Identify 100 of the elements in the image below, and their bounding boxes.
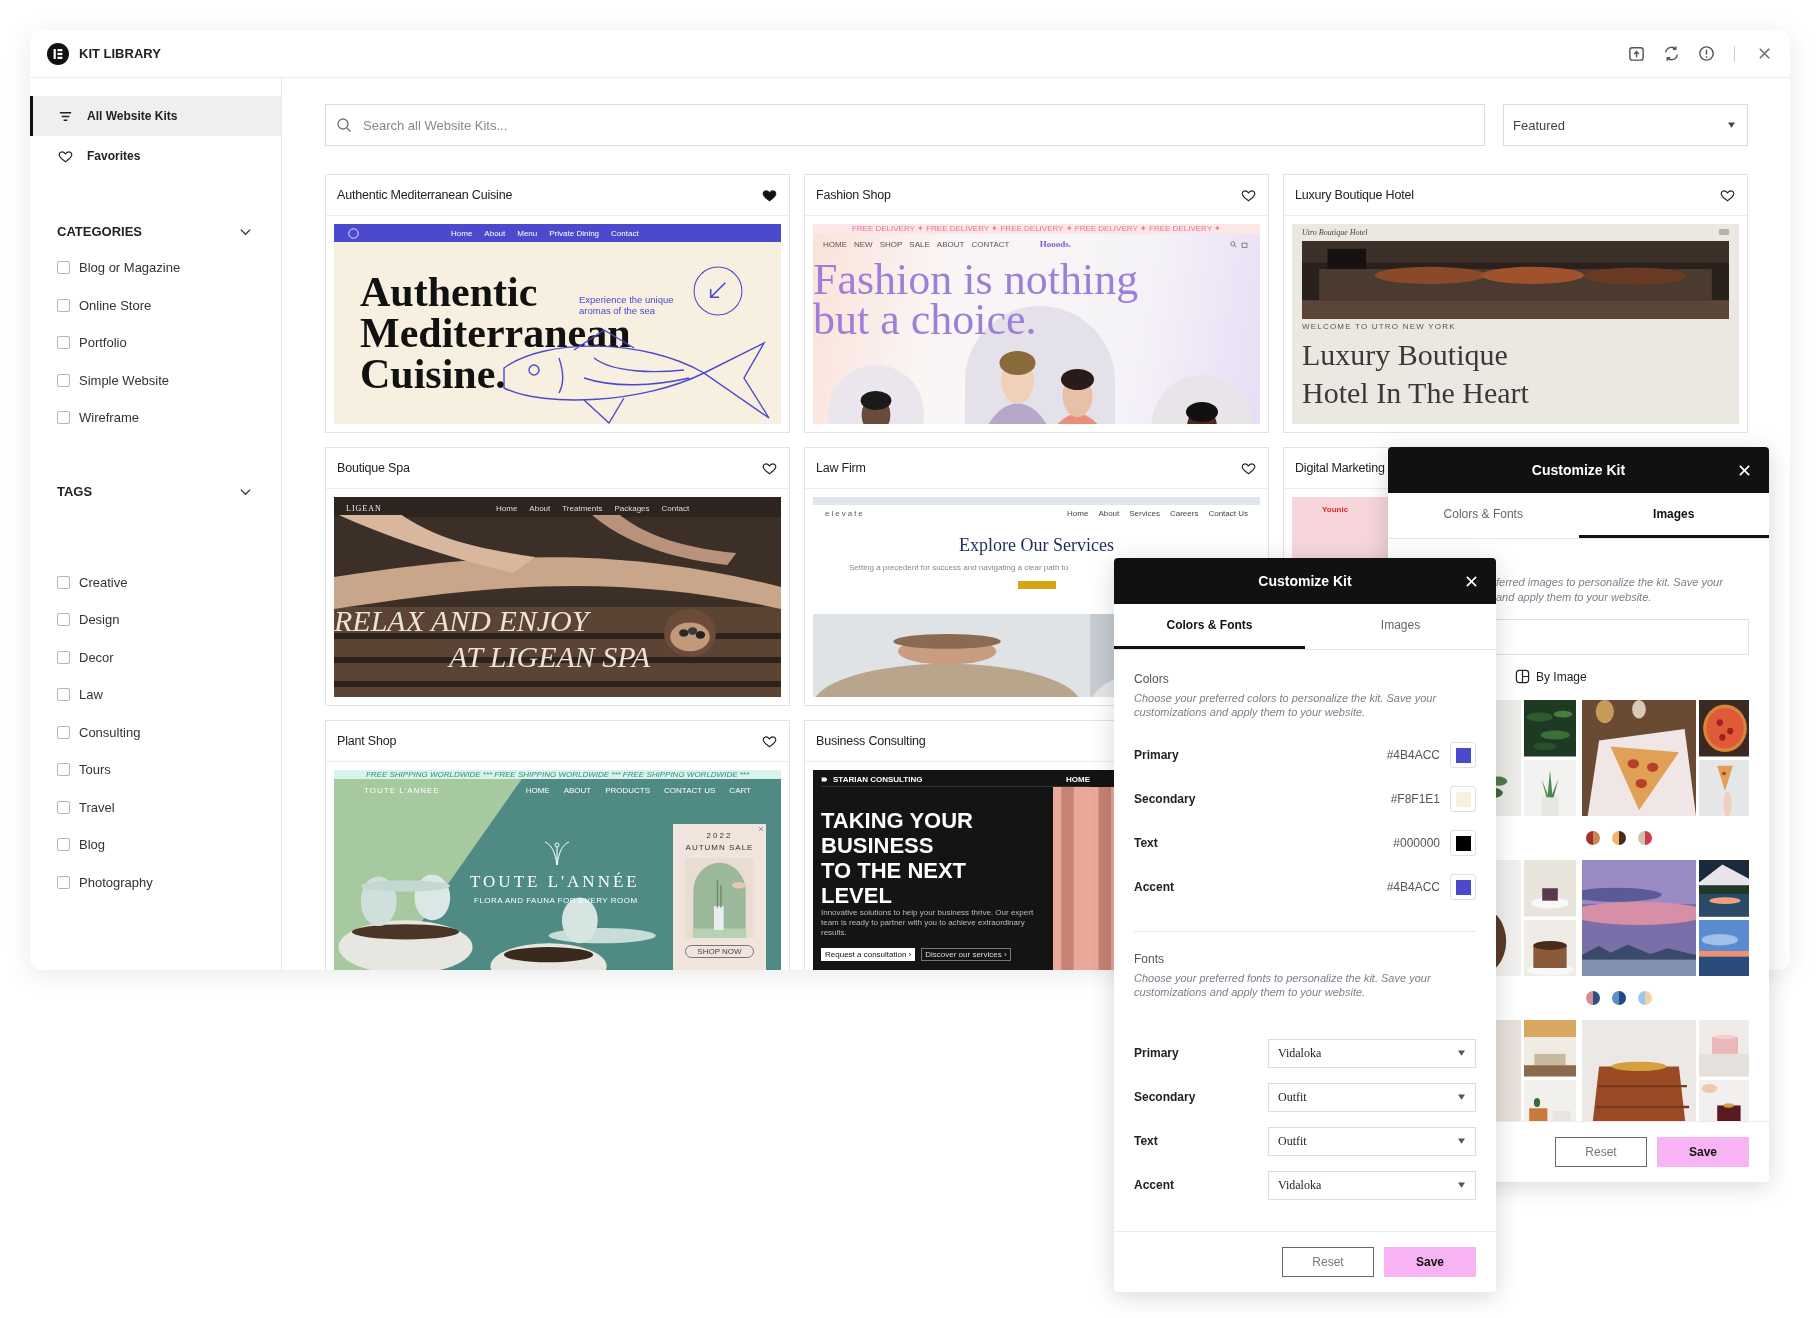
swatch-half[interactable] bbox=[1638, 991, 1645, 1005]
nav-link[interactable]: NEW bbox=[854, 239, 873, 249]
checkbox[interactable] bbox=[57, 261, 70, 275]
checkbox-label[interactable]: Travel bbox=[79, 799, 115, 815]
search-field[interactable]: Search all Website Kits... bbox=[325, 104, 1485, 146]
checkbox[interactable] bbox=[57, 800, 70, 814]
checkbox-label[interactable]: Creative bbox=[79, 574, 128, 590]
nav-link[interactable]: Careers bbox=[1169, 508, 1199, 518]
swatch-half[interactable] bbox=[1619, 991, 1626, 1005]
checkbox-label[interactable]: Blog or Magazine bbox=[79, 260, 181, 276]
swatch-half[interactable] bbox=[1586, 831, 1593, 845]
checkbox-label[interactable]: Tours bbox=[79, 762, 111, 778]
heart-icon[interactable] bbox=[762, 460, 777, 476]
color-picker[interactable] bbox=[1450, 830, 1476, 856]
bag-icon[interactable] bbox=[1241, 240, 1248, 248]
save-button[interactable]: Save bbox=[1384, 1247, 1476, 1277]
nav-link[interactable]: About bbox=[1098, 508, 1120, 518]
sync-icon[interactable] bbox=[1662, 44, 1681, 63]
font-select[interactable]: Outfit bbox=[1268, 1126, 1476, 1156]
site-logo[interactable]: Utro Boutique Hotel bbox=[1302, 227, 1368, 237]
nav-link[interactable]: ABOUT bbox=[936, 239, 965, 249]
import-icon[interactable] bbox=[1627, 44, 1646, 63]
search-icon[interactable] bbox=[1230, 240, 1237, 248]
cta-button[interactable]: Request a consultation › bbox=[821, 948, 916, 961]
nav-link[interactable]: SALE bbox=[909, 239, 930, 249]
checkbox[interactable] bbox=[57, 411, 70, 425]
checkbox[interactable] bbox=[57, 373, 70, 387]
checkbox-label[interactable]: Consulting bbox=[79, 724, 141, 740]
checkbox[interactable] bbox=[57, 763, 70, 777]
save-button[interactable]: Save bbox=[1657, 1137, 1749, 1167]
swatch-half[interactable] bbox=[1612, 831, 1619, 845]
checkbox-label[interactable]: Decor bbox=[79, 649, 114, 665]
info-icon[interactable] bbox=[1697, 44, 1716, 63]
color-value: #000000 bbox=[1393, 836, 1440, 850]
color-picker[interactable] bbox=[1450, 874, 1476, 900]
kit-card[interactable]: Luxury Boutique Hotel Utro Boutique Hotel WELCOME TO UTRO NEW YORK Luxury Boutique Hotel In The Heart bbox=[1283, 174, 1748, 433]
site-logo[interactable]: STARIAN CONSULTING bbox=[833, 774, 923, 784]
reset-button[interactable]: Reset bbox=[1555, 1137, 1647, 1167]
swatch-half[interactable] bbox=[1593, 991, 1600, 1005]
sidebar-item[interactable]: Favorites bbox=[30, 136, 281, 176]
site-logo[interactable]: Younic bbox=[1322, 505, 1349, 514]
nav-link[interactable]: Services bbox=[1129, 508, 1160, 518]
color-picker[interactable] bbox=[1450, 786, 1476, 812]
nav-link[interactable]: Contact bbox=[611, 228, 639, 238]
site-logo[interactable]: Hooods. bbox=[1039, 239, 1072, 249]
panel-tab[interactable]: Images bbox=[1305, 604, 1496, 649]
checkbox[interactable] bbox=[57, 688, 70, 702]
swatch-half[interactable] bbox=[1638, 831, 1645, 845]
kit-card[interactable]: Authentic Mediterranean Cuisine Home About Menu Private Dining Contact Authentic Mediterranean Cuisine. Experience the unique aromas of the sea bbox=[325, 174, 790, 433]
panel-tab[interactable]: Colors & Fonts bbox=[1388, 493, 1579, 538]
nav-link[interactable]: Home bbox=[451, 228, 473, 238]
checkbox[interactable] bbox=[57, 838, 70, 852]
checkbox[interactable] bbox=[57, 725, 70, 739]
checkbox[interactable] bbox=[57, 575, 70, 589]
nav-link[interactable]: CONTACT bbox=[971, 239, 1010, 249]
checkbox-label[interactable]: Law bbox=[79, 687, 103, 703]
color-picker[interactable] bbox=[1450, 742, 1476, 768]
panel-tab[interactable]: Colors & Fonts bbox=[1114, 604, 1305, 649]
nav-link[interactable]: Private Dining bbox=[549, 228, 600, 238]
swatch-half[interactable] bbox=[1645, 991, 1652, 1005]
font-select[interactable]: Outfit bbox=[1268, 1082, 1476, 1112]
nav-link[interactable]: About bbox=[484, 228, 506, 238]
checkbox[interactable] bbox=[57, 875, 70, 889]
sidebar-item[interactable]: All Website Kits bbox=[30, 96, 281, 136]
sort-select[interactable]: Featured bbox=[1503, 104, 1748, 146]
swatch-half[interactable] bbox=[1619, 831, 1626, 845]
nav-link[interactable]: HOME bbox=[1066, 774, 1090, 784]
nav-link[interactable]: Home bbox=[1067, 508, 1089, 518]
nav-link[interactable]: Menu bbox=[517, 228, 538, 238]
reset-button[interactable]: Reset bbox=[1282, 1247, 1374, 1277]
font-select[interactable]: Vidaloka bbox=[1268, 1170, 1476, 1200]
checkbox-label[interactable]: Portfolio bbox=[79, 335, 127, 351]
checkbox[interactable] bbox=[57, 298, 70, 312]
checkbox-label[interactable]: Online Store bbox=[79, 297, 152, 313]
checkbox-label[interactable]: Blog bbox=[79, 837, 106, 853]
nav-link[interactable]: SHOP bbox=[879, 239, 903, 249]
checkbox[interactable] bbox=[57, 336, 70, 350]
heart-icon[interactable] bbox=[762, 187, 777, 203]
checkbox[interactable] bbox=[57, 613, 70, 627]
checkbox-label[interactable]: Photography bbox=[79, 874, 153, 890]
heart-icon[interactable] bbox=[1720, 187, 1735, 203]
swatch-half[interactable] bbox=[1586, 991, 1593, 1005]
font-select[interactable]: Vidaloka bbox=[1268, 1038, 1476, 1068]
heart-icon[interactable] bbox=[1241, 460, 1256, 476]
site-logo[interactable]: elevate bbox=[825, 508, 865, 518]
swatch-half[interactable] bbox=[1593, 831, 1600, 845]
heart-icon[interactable] bbox=[762, 733, 777, 749]
nav-link[interactable]: HOME bbox=[823, 239, 847, 249]
swatch-half[interactable] bbox=[1612, 991, 1619, 1005]
checkbox-label[interactable]: Design bbox=[79, 612, 120, 628]
checkbox-label[interactable]: Wireframe bbox=[79, 410, 139, 426]
panel-tab[interactable]: Images bbox=[1578, 493, 1769, 538]
heart-icon[interactable] bbox=[1241, 187, 1256, 203]
cta-button[interactable]: Discover our services › bbox=[921, 948, 1011, 961]
checkbox[interactable] bbox=[57, 650, 70, 664]
by-image-button[interactable]: By Image bbox=[1515, 669, 1587, 684]
swatch-half[interactable] bbox=[1645, 831, 1652, 845]
nav-link[interactable]: Contact Us bbox=[1208, 508, 1248, 518]
kit-card[interactable]: Fashion Shop FREE DELIVERY ✦ FREE DELIVERY ✦ FREE DELIVERY ✦ FREE DELIVERY ✦ FREE DELIVERY ✦ HOME NEW SHOP SALE ABOUT CONTACT Hooods. Fashion is nothing but a choice. bbox=[804, 174, 1269, 433]
checkbox-label[interactable]: Simple Website bbox=[79, 372, 170, 388]
